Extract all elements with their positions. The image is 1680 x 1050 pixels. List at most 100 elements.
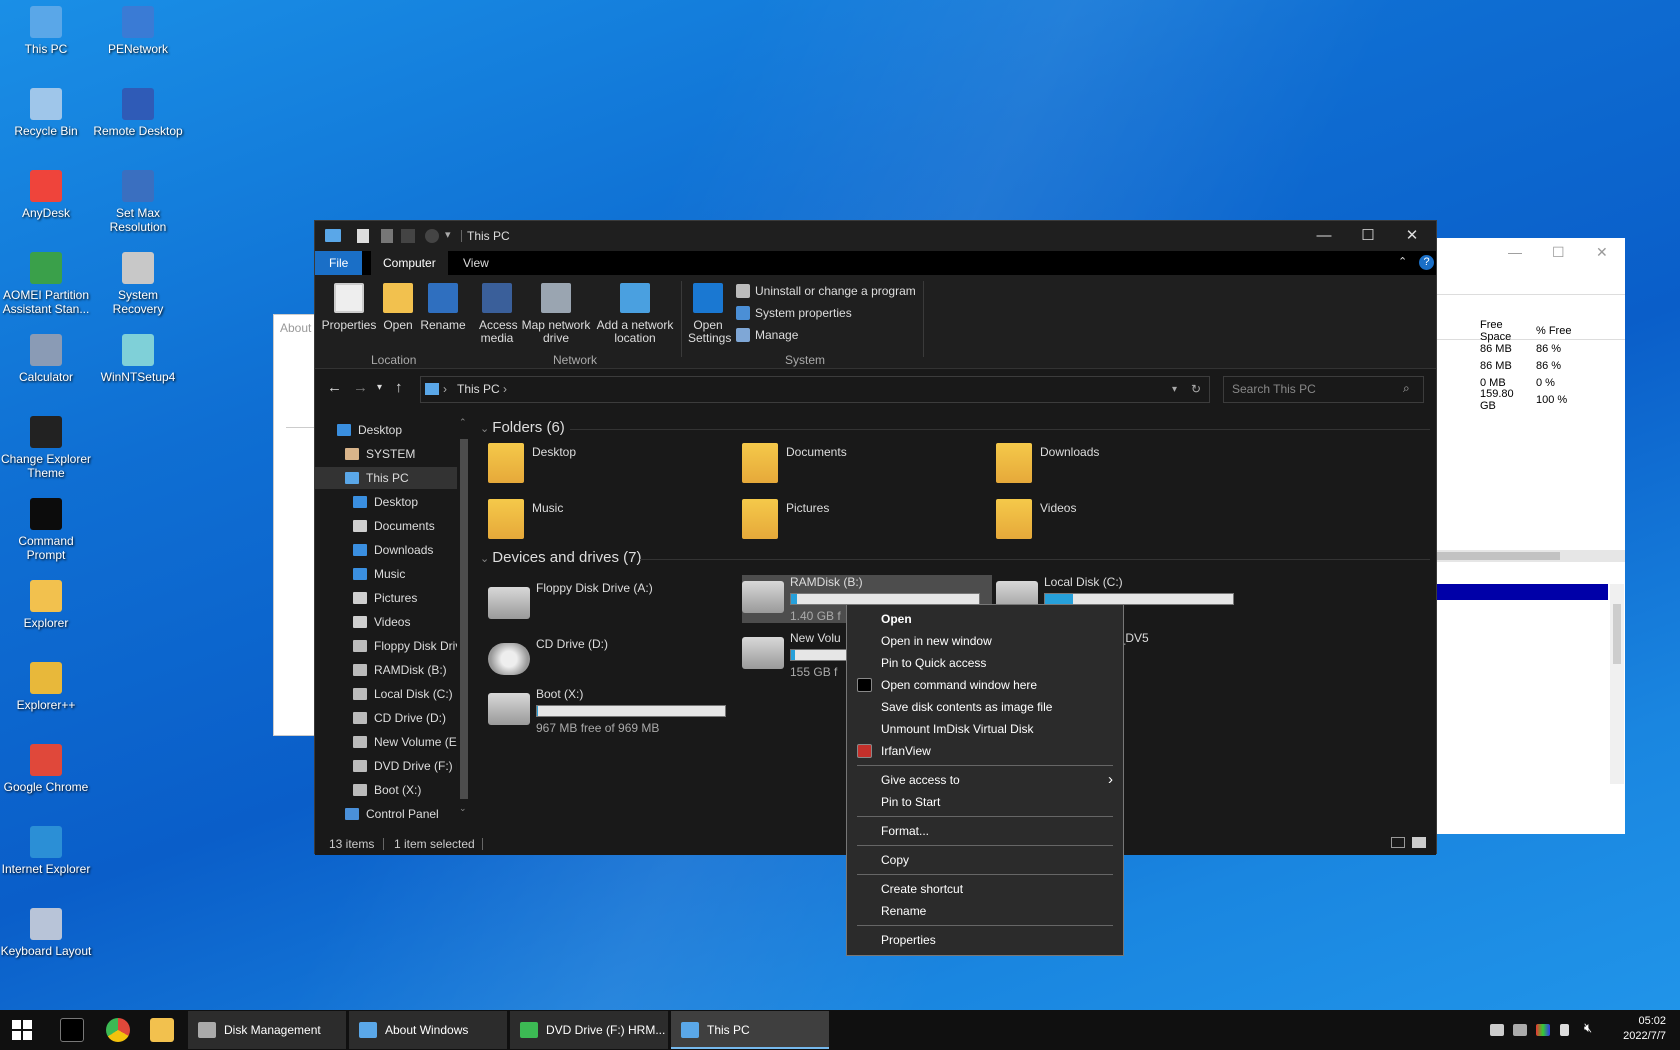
system-properties-link[interactable]: System properties [736, 306, 852, 320]
scroll-thumb[interactable] [460, 439, 468, 799]
nav-item[interactable]: Local Disk (C:) [315, 683, 457, 705]
context-menu-item[interactable]: Rename [847, 901, 1123, 921]
rename-button[interactable]: Rename [419, 281, 467, 332]
context-menu-item[interactable]: Pin to Start [847, 792, 1123, 812]
desktop-icon[interactable]: This PC [0, 6, 92, 56]
help-icon[interactable]: ? [1419, 255, 1434, 270]
nav-item[interactable]: Pictures [315, 587, 457, 609]
column-header-free-space[interactable]: Free Space [1430, 319, 1530, 343]
scroll-down-icon[interactable]: ⌄ [459, 803, 467, 814]
context-menu-item[interactable]: Pin to Quick access [847, 653, 1123, 673]
close-icon[interactable]: ✕ [1596, 244, 1608, 261]
tab-computer[interactable]: Computer [371, 251, 448, 275]
table-row[interactable]: 86 MB 86 % [1430, 340, 1625, 357]
horizontal-scrollbar[interactable] [1430, 550, 1625, 562]
desktop-icon[interactable]: Remote Desktop [92, 88, 184, 138]
drive-item[interactable]: Boot (X:) 967 MB free of 969 MB [488, 687, 738, 735]
tab-file[interactable]: File [315, 251, 363, 275]
scroll-up-icon[interactable]: ⌃ [459, 417, 467, 428]
taskbar-task[interactable]: DVD Drive (F:) HRM... [510, 1011, 668, 1049]
volume-muted-icon[interactable]: 🔇︎ [1584, 1020, 1592, 1036]
table-row[interactable]: 159.80 GB 100 % [1430, 388, 1625, 412]
disk-management-window[interactable]: — ☐ ✕ Free Space % Free 86 MB 86 % 86 MB 86… [1430, 238, 1625, 834]
drive-item[interactable]: CD Drive (D:) [488, 637, 738, 685]
table-row[interactable]: 86 MB 86 % [1430, 357, 1625, 374]
minimize-icon[interactable]: — [1508, 244, 1522, 260]
usb-tray-icon[interactable] [1560, 1024, 1569, 1036]
context-menu-item[interactable]: Unmount ImDisk Virtual Disk [847, 719, 1123, 739]
desktop-icon[interactable]: Change Explorer Theme [0, 416, 92, 480]
start-button[interactable] [12, 1020, 32, 1040]
folder-item[interactable]: Pictures [742, 499, 829, 539]
taskbar-task[interactable]: Disk Management [188, 1011, 346, 1049]
vertical-scrollbar[interactable] [1610, 584, 1624, 784]
close-button[interactable]: ✕ [1390, 221, 1434, 251]
open-settings-button[interactable]: Open Settings [685, 281, 731, 345]
manage-link[interactable]: Manage [736, 328, 798, 342]
explorer-titlebar[interactable]: ▾ This PC — ☐ ✕ [315, 221, 1436, 251]
properties-quick-icon[interactable] [357, 229, 369, 243]
refresh-icon[interactable]: ↻ [1191, 377, 1201, 402]
network-tray-icon[interactable] [1490, 1024, 1504, 1036]
folder-item[interactable]: Music [488, 499, 563, 539]
nav-item[interactable]: SYSTEM [315, 443, 457, 465]
details-view-icon[interactable] [1391, 837, 1405, 848]
desktop-icon[interactable]: WinNTSetup4 [92, 334, 184, 384]
nav-item[interactable]: DVD Drive (F:) HRM [315, 755, 457, 777]
folder-item[interactable]: Videos [996, 499, 1076, 539]
new-folder-quick-icon[interactable] [381, 229, 393, 243]
map-network-drive-button[interactable]: Map network drive [521, 281, 591, 345]
desktop-icon[interactable]: Command Prompt [0, 498, 92, 562]
nav-item[interactable]: CD Drive (D:) [315, 707, 457, 729]
large-icons-view-icon[interactable] [1412, 837, 1426, 848]
add-network-location-button[interactable]: Add a network location [595, 281, 675, 345]
nav-item[interactable]: This PC [315, 467, 457, 489]
nav-item[interactable]: Boot (X:) [315, 779, 457, 801]
uninstall-program-link[interactable]: Uninstall or change a program [736, 284, 916, 298]
minimize-button[interactable]: — [1302, 221, 1346, 251]
desktop-icon[interactable]: Internet Explorer [0, 826, 92, 876]
nav-item[interactable]: Documents [315, 515, 457, 537]
collapse-ribbon-icon[interactable]: ⌃ [1398, 255, 1407, 268]
maximize-icon[interactable]: ☐ [1552, 244, 1565, 261]
nav-scrollbar[interactable]: ⌃ ⌄ [457, 417, 469, 815]
up-arrow-icon[interactable]: ↑ [395, 379, 403, 396]
disk-bar[interactable] [1430, 584, 1608, 600]
taskbar-task[interactable]: This PC [671, 1011, 829, 1049]
color-tray-icon[interactable] [1536, 1024, 1550, 1036]
address-box[interactable]: › This PC › ▾ ↻ [420, 376, 1210, 403]
undo-quick-icon[interactable] [401, 229, 415, 243]
folder-item[interactable]: Downloads [996, 443, 1099, 483]
taskbar-task[interactable]: About Windows [349, 1011, 507, 1049]
desktop-icon[interactable]: Recycle Bin [0, 88, 92, 138]
desktop-icon[interactable]: Google Chrome [0, 744, 92, 794]
folders-header[interactable]: ⌄ Folders (6) [480, 419, 565, 436]
forward-arrow-icon[interactable]: → [353, 379, 368, 396]
tab-view[interactable]: View [451, 251, 501, 275]
nav-item[interactable]: Control Panel [315, 803, 457, 825]
context-menu-item[interactable]: Format... [847, 821, 1123, 841]
folder-item[interactable]: Desktop [488, 443, 576, 483]
folder-item[interactable]: Documents [742, 443, 847, 483]
redo-quick-icon[interactable] [425, 229, 439, 243]
desktop-icon[interactable]: AOMEI Partition Assistant Stan... [0, 252, 92, 316]
context-menu-item[interactable]: IrfanView [847, 741, 1123, 761]
nav-item[interactable]: Downloads [315, 539, 457, 561]
search-input[interactable]: Search This PC [1223, 376, 1424, 403]
maximize-button[interactable]: ☐ [1346, 221, 1390, 251]
desktop-icon[interactable]: Set Max Resolution [92, 170, 184, 234]
clock[interactable]: 05:02 2022/7/7 [1623, 1014, 1666, 1044]
desktop-icon[interactable]: Explorer [0, 580, 92, 630]
back-arrow-icon[interactable]: ← [327, 379, 342, 396]
nav-item[interactable]: Desktop [315, 419, 457, 441]
column-header-pct-free[interactable]: % Free [1530, 325, 1625, 337]
drives-header[interactable]: ⌄ Devices and drives (7) [480, 549, 642, 566]
properties-button[interactable]: Properties [321, 281, 377, 332]
desktop-icon[interactable]: Calculator [0, 334, 92, 384]
context-menu-item[interactable]: Open in new window [847, 631, 1123, 651]
desktop-icon[interactable]: Keyboard Layout [0, 908, 92, 958]
access-media-button[interactable]: Access media [475, 281, 519, 345]
context-menu-item[interactable]: Properties [847, 930, 1123, 950]
desktop-icon[interactable]: System Recovery [92, 252, 184, 316]
volume-table[interactable]: Free Space % Free 86 MB 86 % 86 MB 86 % 0 MB… [1430, 319, 1625, 412]
